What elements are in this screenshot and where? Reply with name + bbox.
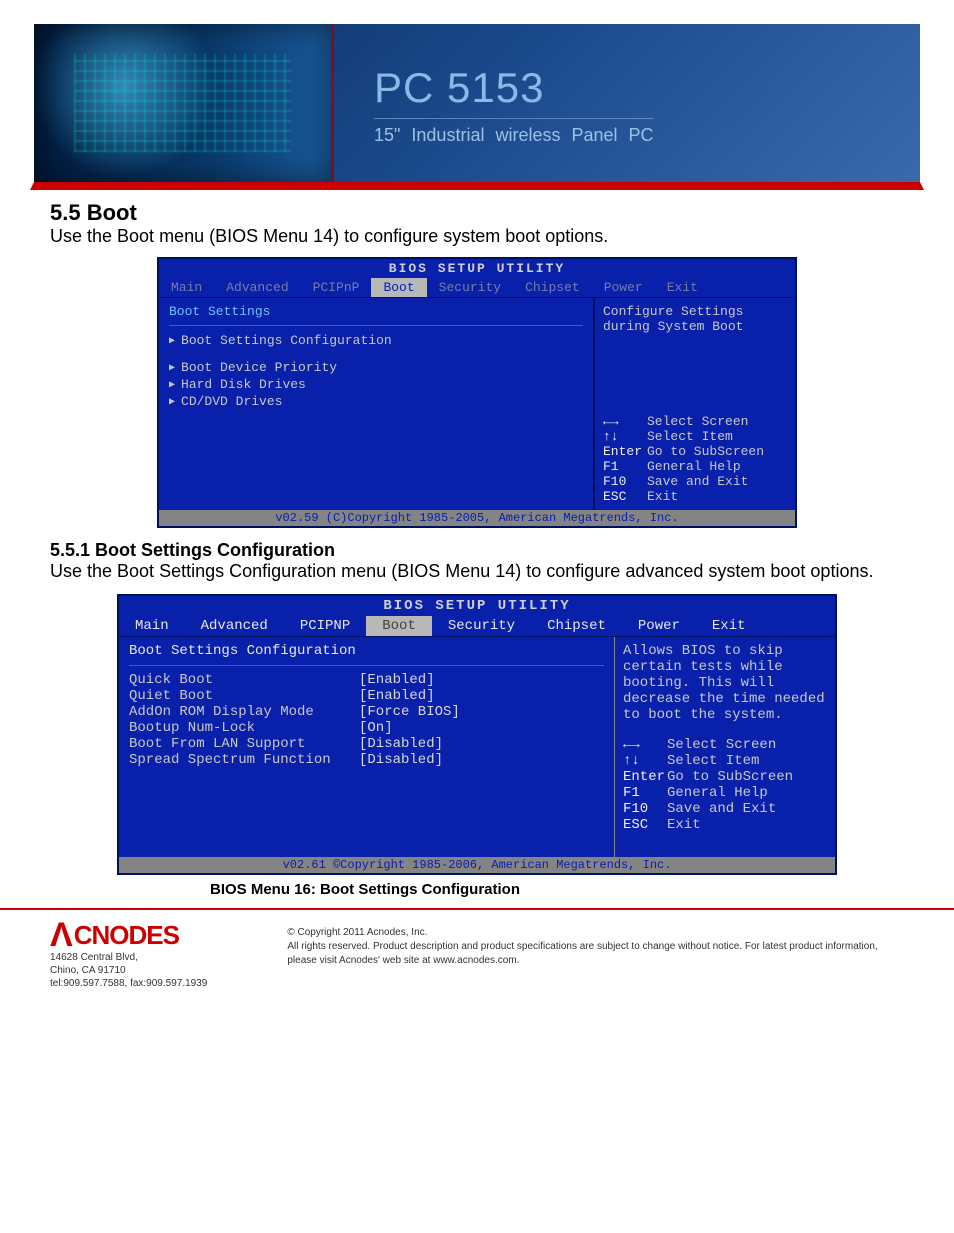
bios-setting-label: Quiet Boot (129, 688, 359, 704)
submenu-arrow-icon: ▶ (169, 335, 175, 347)
bios-help-key: F10Save and Exit (603, 474, 787, 489)
section-intro: Use the Boot menu (BIOS Menu 14) to conf… (50, 226, 904, 247)
bios-help-text: Configure Settings during System Boot (603, 304, 787, 334)
bios-tab-main[interactable]: Main (159, 278, 214, 297)
bios-help-panel: Allows BIOS to skip certain tests while … (615, 637, 835, 857)
bios-setting-row[interactable]: Boot From LAN Support[Disabled] (129, 736, 604, 752)
bios-setting-label: Boot From LAN Support (129, 736, 359, 752)
bios-help-panel: Configure Settings during System Boot ←→… (595, 298, 795, 510)
bios-help-key: ←→Select Screen (603, 414, 787, 429)
bios-tab-boot[interactable]: Boot (371, 278, 426, 297)
product-name: PC 5153 (374, 64, 654, 112)
acnodes-logo: Λ CNODES (50, 920, 207, 951)
bios-setting-label: Bootup Num-Lock (129, 720, 359, 736)
logo-mark: Λ (50, 922, 72, 949)
company-logo-block: Λ CNODES 14628 Central Blvd, Chino, CA 9… (50, 920, 207, 990)
bios-menu-item-label: Boot Settings Configuration (181, 333, 392, 348)
bios-setting-row[interactable]: Quick Boot[Enabled] (129, 672, 604, 688)
bios-tabs: MainAdvancedPCIPNPBootSecurityChipsetPow… (119, 616, 835, 637)
submenu-arrow-icon: ▶ (169, 362, 175, 374)
subsection-heading: 5.5.1 Boot Settings Configuration (50, 540, 904, 561)
section-heading: 5.5 Boot (50, 200, 904, 226)
divider (169, 325, 583, 326)
company-address-2: Chino, CA 91710 (50, 964, 207, 977)
bios-setting-value: [Enabled] (359, 688, 435, 704)
bios-tab-chipset[interactable]: Chipset (531, 616, 622, 636)
bios-setting-value: [On] (359, 720, 393, 736)
bios-left-panel: Boot Settings ▶ Boot Settings Configurati… (159, 298, 595, 510)
bios-help-key: ←→Select Screen (623, 737, 827, 753)
bios-tab-exit[interactable]: Exit (696, 616, 762, 636)
bios-setting-row[interactable]: Spread Spectrum Function[Disabled] (129, 752, 604, 768)
bios-setting-row[interactable]: AddOn ROM Display Mode[Force BIOS] (129, 704, 604, 720)
bios-screenshot-boot: BIOS SETUP UTILITY MainAdvancedPCIPnPBoo… (157, 257, 797, 528)
bios-menu-item-label: CD/DVD Drives (181, 394, 282, 409)
bios-help-key: F10Save and Exit (623, 801, 827, 817)
bios-help-key: ESCExit (603, 489, 787, 504)
bios-setting-value: [Enabled] (359, 672, 435, 688)
bios-setting-row[interactable]: Bootup Num-Lock[On] (129, 720, 604, 736)
bios-title: BIOS SETUP UTILITY (159, 259, 795, 278)
product-banner: PC 5153 15" Industrial wireless Panel PC (30, 20, 924, 190)
bios-tab-advanced[interactable]: Advanced (214, 278, 300, 297)
product-subtitle: 15" Industrial wireless Panel PC (374, 118, 654, 146)
bios-tabs: MainAdvancedPCIPnPBootSecurityChipsetPow… (159, 278, 795, 298)
company-phone: tel:909.597.7588, fax:909.597.1939 (50, 977, 207, 990)
bios-setting-value: [Force BIOS] (359, 704, 460, 720)
bios-tab-power[interactable]: Power (592, 278, 655, 297)
bios-help-key: EnterGo to SubScreen (623, 769, 827, 785)
subsection-intro: Use the Boot Settings Configuration menu… (50, 561, 904, 582)
bios-help-key: ESCExit (623, 817, 827, 833)
bios-setting-label: AddOn ROM Display Mode (129, 704, 359, 720)
bios-panel-heading: Boot Settings Configuration (129, 643, 604, 659)
banner-graphic (34, 24, 334, 182)
bios-menu-item-label: Hard Disk Drives (181, 377, 306, 392)
banner-title-block: PC 5153 15" Industrial wireless Panel PC (374, 64, 654, 146)
bios-menu-item[interactable]: ▶ Hard Disk Drives (169, 376, 583, 393)
bios-setting-label: Quick Boot (129, 672, 359, 688)
bios-title: BIOS SETUP UTILITY (119, 596, 835, 616)
bios-tab-pcipnp[interactable]: PCIPnP (301, 278, 372, 297)
bios-help-key: F1General Help (623, 785, 827, 801)
bios-menu-item[interactable]: ▶ CD/DVD Drives (169, 393, 583, 410)
bios-menu-item-label: Boot Device Priority (181, 360, 337, 375)
bios-tab-boot[interactable]: Boot (366, 616, 432, 636)
bios-copyright: v02.61 ©Copyright 1985-2006, American Me… (119, 857, 835, 873)
bios-tab-chipset[interactable]: Chipset (513, 278, 592, 297)
bios-copyright: v02.59 (C)Copyright 1985-2005, American … (159, 510, 795, 526)
submenu-arrow-icon: ▶ (169, 396, 175, 408)
logo-text: CNODES (74, 920, 179, 951)
page-footer: Λ CNODES 14628 Central Blvd, Chino, CA 9… (0, 908, 954, 1020)
bios-screenshot-boot-settings: BIOS SETUP UTILITY MainAdvancedPCIPNPBoo… (117, 594, 837, 875)
bios-help-key: ↑↓Select Item (603, 429, 787, 444)
bios-tab-main[interactable]: Main (119, 616, 185, 636)
figure-caption: BIOS Menu 16: Boot Settings Configuratio… (210, 881, 904, 898)
company-address-1: 14628 Central Blvd, (50, 951, 207, 964)
bios-panel-heading: Boot Settings (169, 304, 583, 319)
bios-setting-row[interactable]: Quiet Boot[Enabled] (129, 688, 604, 704)
bios-setting-value: [Disabled] (359, 736, 443, 752)
bios-tab-security[interactable]: Security (427, 278, 513, 297)
bios-setting-label: Spread Spectrum Function (129, 752, 359, 768)
bios-help-key: EnterGo to SubScreen (603, 444, 787, 459)
bios-help-key: ↑↓Select Item (623, 753, 827, 769)
bios-menu-item[interactable]: ▶ Boot Device Priority (169, 359, 583, 376)
bios-tab-pcipnp[interactable]: PCIPNP (284, 616, 366, 636)
bios-setting-value: [Disabled] (359, 752, 443, 768)
bios-help-text: Allows BIOS to skip certain tests while … (623, 643, 827, 723)
divider (129, 665, 604, 666)
bios-help-key: F1General Help (603, 459, 787, 474)
bios-left-panel: Boot Settings Configuration Quick Boot[E… (119, 637, 615, 857)
bios-tab-advanced[interactable]: Advanced (185, 616, 284, 636)
bios-tab-power[interactable]: Power (622, 616, 696, 636)
bios-tab-security[interactable]: Security (432, 616, 531, 636)
submenu-arrow-icon: ▶ (169, 379, 175, 391)
bios-menu-item[interactable]: ▶ Boot Settings Configuration (169, 332, 583, 349)
bios-tab-exit[interactable]: Exit (655, 278, 710, 297)
copyright-block: © Copyright 2011 Acnodes, Inc. All right… (287, 920, 904, 968)
